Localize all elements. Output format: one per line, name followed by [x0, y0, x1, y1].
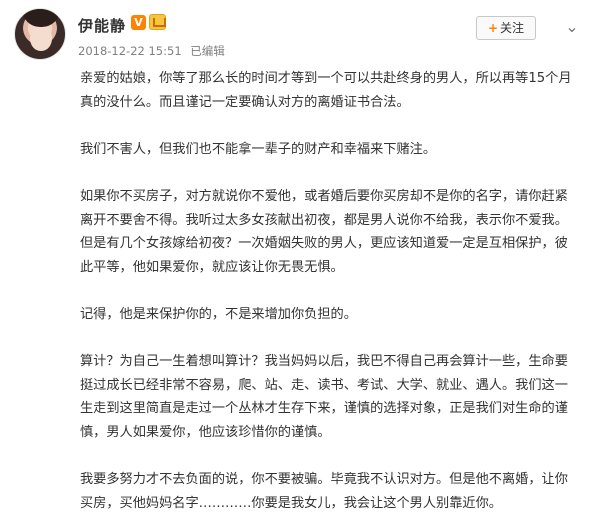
follow-label: 关注 — [500, 21, 525, 35]
post-paragraph-1: 亲爱的姑娘，你等了那么长的时间才等到一个可以共赴终身的男人，所以再等15个月真的… — [80, 71, 572, 110]
avatar-face — [30, 25, 52, 51]
crown-icon — [149, 14, 166, 30]
plus-icon: + — [487, 21, 499, 35]
follow-button[interactable]: + 关注 — [476, 16, 536, 40]
edited-label: 已编辑 — [190, 44, 225, 58]
verified-icon: V — [131, 15, 146, 30]
post-meta: 2018-12-22 15:51 已编辑 — [78, 43, 225, 59]
post-header: 伊能静 V 2018-12-22 15:51 已编辑 + 关注 ⌄ — [0, 0, 595, 62]
post-paragraph-3: 如果你不买房子，对方就说你不爱他，或者婚后要你买房却不是你的名字，请你赶紧离开不… — [80, 188, 568, 275]
post-content: 亲爱的姑娘，你等了那么长的时间才等到一个可以共赴终身的男人，所以再等15个月真的… — [80, 67, 580, 514]
post-paragraph-6: 我要多努力才不去负面的说，你不要被骗。毕竟我不认识对方。但是他不离婚，让你买房，… — [80, 472, 568, 511]
post-paragraph-2: 我们不害人，但我们也不能拿一辈子的财产和幸福来下赌注。 — [80, 141, 437, 157]
post-paragraph-4: 记得，他是来保护你的，不是来增加你负担的。 — [80, 306, 357, 322]
chevron-down-icon[interactable]: ⌄ — [563, 18, 581, 36]
post-paragraph-5: 算计？为自己一生着想叫算计？我当妈妈以后，我巴不得自己再会算计一些，生命要挺过成… — [80, 354, 568, 440]
timestamp[interactable]: 2018-12-22 15:51 — [78, 44, 182, 58]
avatar[interactable] — [14, 8, 66, 60]
username[interactable]: 伊能静 — [78, 15, 126, 36]
